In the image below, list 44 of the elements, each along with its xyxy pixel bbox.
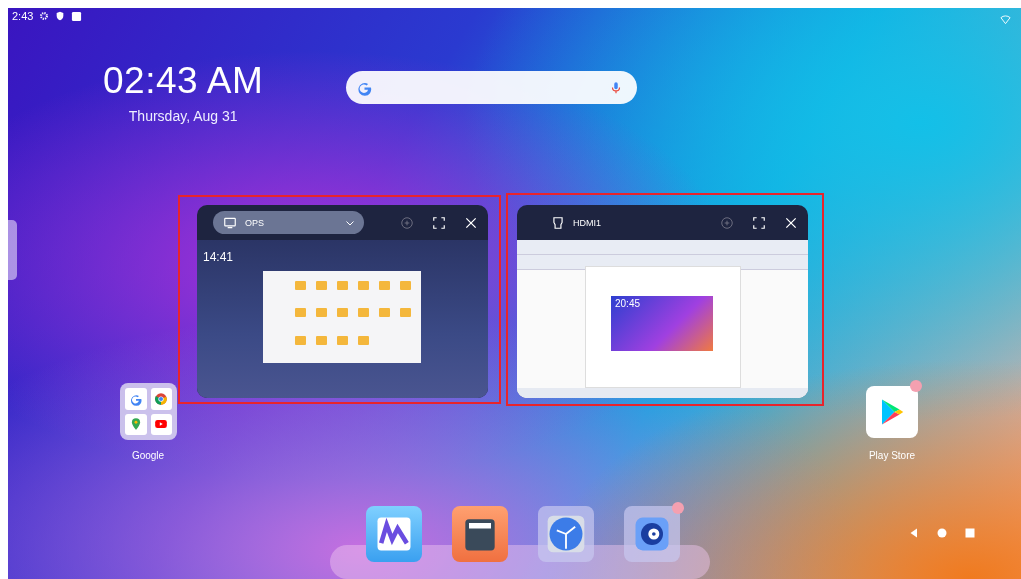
chrome-icon: [154, 391, 169, 406]
play-store-button[interactable]: [866, 386, 918, 438]
expand-icon: [432, 215, 446, 230]
search-field[interactable]: [346, 71, 637, 104]
app-label: Google: [130, 450, 166, 461]
plus-circle-icon: [400, 215, 414, 230]
back-button[interactable]: [908, 527, 920, 539]
clock-date: Thursday, Aug 31: [128, 108, 238, 124]
source-window[interactable]: HDMI1 20:45: [517, 205, 808, 398]
home-button[interactable]: [936, 527, 948, 539]
recents-icon: [964, 527, 976, 539]
add-button[interactable]: [400, 215, 414, 230]
fullscreen-button[interactable]: [432, 215, 446, 230]
microphone-icon: [609, 80, 623, 95]
whiteboard-app-button[interactable]: [366, 506, 422, 562]
plus-circle-icon: [720, 215, 734, 230]
close-button[interactable]: [464, 215, 478, 230]
fullscreen-button[interactable]: [752, 215, 766, 230]
preview-time: 20:45: [615, 298, 641, 309]
home-icon: [936, 527, 948, 539]
back-icon: [908, 527, 920, 539]
close-icon: [784, 215, 798, 230]
side-panel-handle[interactable]: [8, 220, 17, 280]
square-icon: [71, 10, 83, 22]
monitor-icon: [223, 215, 237, 230]
expand-icon: [752, 215, 766, 230]
wifi-icon: [1000, 14, 1011, 25]
hdmi-port-icon: [551, 215, 565, 230]
source-dropdown[interactable]: OPS: [213, 211, 364, 234]
gear-icon: [39, 11, 50, 21]
file-manager-app-button[interactable]: [452, 506, 508, 562]
close-button[interactable]: [784, 215, 798, 230]
add-button[interactable]: [720, 215, 734, 230]
recents-button[interactable]: [964, 527, 976, 539]
clock-time: 02:43 AM: [103, 60, 264, 102]
source-title[interactable]: HDMI1: [545, 214, 621, 231]
close-icon: [464, 215, 478, 230]
app-label: Play Store: [867, 450, 917, 461]
google-apps-folder[interactable]: [120, 383, 177, 440]
clock-app-button[interactable]: [538, 506, 594, 562]
source-window[interactable]: OPS 14:41: [197, 205, 488, 398]
shield-icon: [55, 11, 66, 21]
status-time: 2:43: [12, 10, 34, 22]
preview-time: 14:41: [203, 250, 234, 264]
